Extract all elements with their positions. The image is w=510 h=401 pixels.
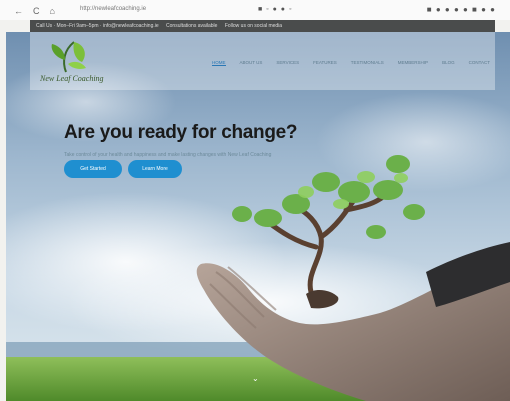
menu-item-about[interactable]: ABOUT US (240, 60, 263, 66)
get-started-button[interactable]: Get Started (64, 160, 122, 178)
toolbar-icons[interactable]: ■ ● ● ● ● ■ ● ● (427, 5, 496, 14)
main-menu: HOME ABOUT US SERVICES FEATURES TESTIMON… (212, 60, 490, 66)
menu-item-blog[interactable]: BLOG (442, 60, 455, 66)
hero-content: Are you ready for change? Take control o… (64, 122, 298, 158)
top-info-bar: Call Us · Mon–Fri 9am–5pm · info@newleaf… (30, 20, 495, 32)
menu-item-services[interactable]: SERVICES (276, 60, 299, 66)
topbar-contact: Call Us · Mon–Fri 9am–5pm · info@newleaf… (36, 23, 159, 29)
learn-more-button[interactable]: Learn More (128, 160, 182, 178)
address-bar[interactable]: http://newleafcoaching.ie (80, 6, 146, 12)
refresh-icon[interactable]: C (33, 6, 40, 16)
home-icon[interactable]: ⌂ (50, 6, 55, 16)
hero-title: Are you ready for change? (64, 122, 298, 143)
menu-item-home[interactable]: HOME (212, 60, 226, 66)
extension-icons[interactable]: ■ ◦ ● ● ◦ (258, 6, 292, 13)
hero-subtitle: Take control of your health and happines… (64, 152, 272, 158)
menu-item-membership[interactable]: MEMBERSHIP (398, 60, 428, 66)
topbar-follow[interactable]: Follow us on social media (225, 23, 282, 29)
menu-item-contact[interactable]: CONTACT (469, 60, 490, 66)
site-logo[interactable]: New Leaf Coaching (38, 38, 108, 86)
menu-item-testimonials[interactable]: TESTIMONIALS (351, 60, 384, 66)
site-header: New Leaf Coaching HOME ABOUT US SERVICES… (30, 32, 495, 90)
logo-text: New Leaf Coaching (40, 74, 104, 83)
leaf-logo-icon (51, 41, 86, 73)
browser-toolbar: ← C ⌂ http://newleafcoaching.ie ■ ◦ ● ● … (0, 0, 510, 20)
scroll-down-icon[interactable]: ⌄ (252, 374, 259, 383)
topbar-hours: Consultations available (166, 23, 218, 29)
back-icon[interactable]: ← (14, 6, 23, 16)
browser-nav: ← C ⌂ (14, 6, 55, 16)
menu-item-features[interactable]: FEATURES (313, 60, 337, 66)
